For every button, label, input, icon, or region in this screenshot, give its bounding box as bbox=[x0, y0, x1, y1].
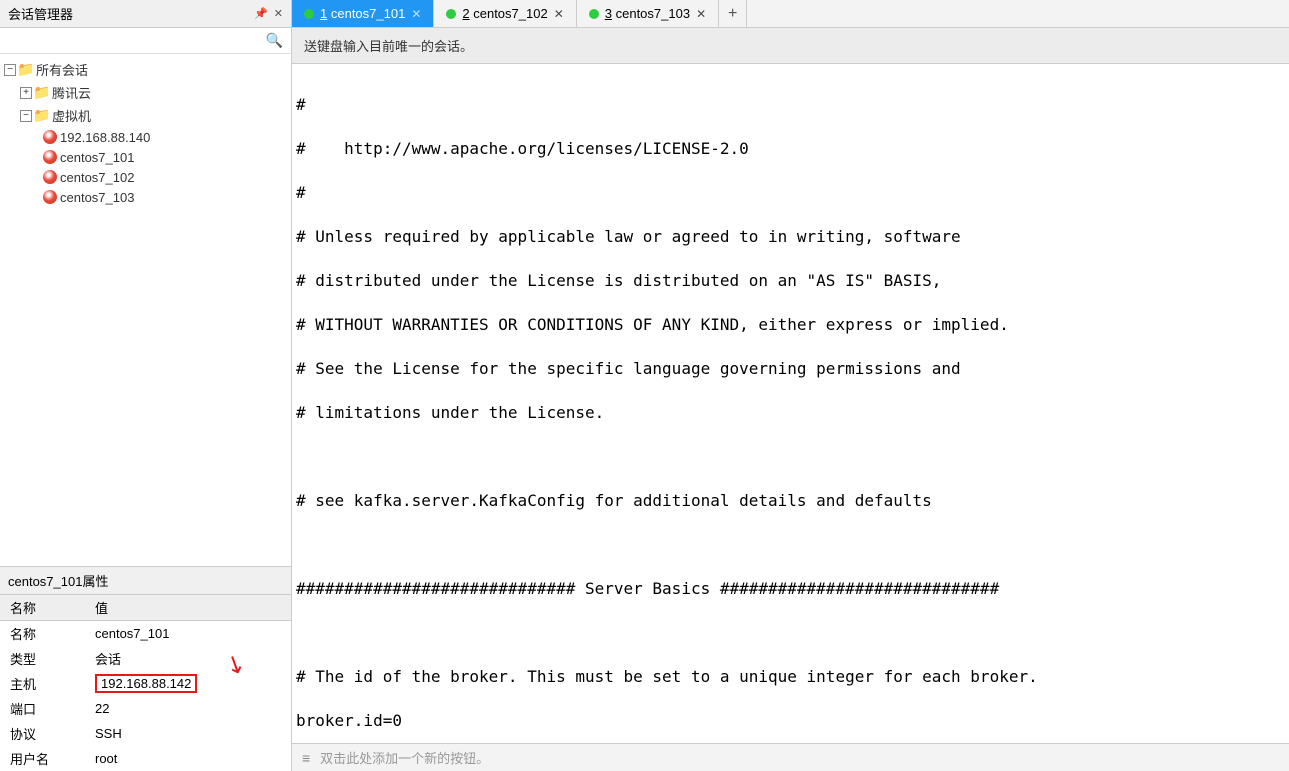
status-dot-icon bbox=[589, 9, 599, 19]
tree-host-101[interactable]: centos7_101 bbox=[0, 147, 291, 167]
prop-row-username[interactable]: 用户名root bbox=[0, 746, 291, 771]
expand-icon[interactable]: + bbox=[20, 87, 32, 99]
search-bar[interactable]: 🔍 bbox=[0, 28, 291, 54]
add-tab-button[interactable]: + bbox=[719, 0, 747, 27]
terminal-line: # see kafka.server.KafkaConfig for addit… bbox=[296, 490, 1285, 512]
terminal-line bbox=[296, 446, 1285, 468]
host-icon bbox=[42, 169, 58, 185]
host-icon bbox=[42, 129, 58, 145]
terminal-line: # See the License for the specific langu… bbox=[296, 358, 1285, 380]
folder-icon: 📁 bbox=[34, 85, 50, 101]
pin-icon[interactable]: 📌 bbox=[254, 7, 268, 20]
tree-folder-label: 虚拟机 bbox=[52, 106, 91, 125]
session-manager-header: 会话管理器 📌 ✕ bbox=[0, 0, 291, 28]
tree-folder-label: 腾讯云 bbox=[52, 83, 91, 102]
status-dot-icon bbox=[446, 9, 456, 19]
tab-centos7-102[interactable]: 2 centos7_102 ✕ bbox=[434, 0, 576, 27]
prop-row-host[interactable]: 主机192.168.88.142 bbox=[0, 671, 291, 696]
terminal-line: # Unless required by applicable law or a… bbox=[296, 226, 1285, 248]
host-icon bbox=[42, 149, 58, 165]
close-tab-icon[interactable]: ✕ bbox=[696, 7, 706, 21]
close-tab-icon[interactable]: ✕ bbox=[411, 7, 421, 21]
main-area: 1 centos7_101 ✕ 2 centos7_102 ✕ 3 centos… bbox=[292, 0, 1289, 771]
terminal-line: # bbox=[296, 94, 1285, 116]
tree-root[interactable]: − 📁 所有会话 bbox=[0, 58, 291, 81]
prop-row-name[interactable]: 名称centos7_101 bbox=[0, 621, 291, 647]
terminal-line bbox=[296, 534, 1285, 556]
col-header-value: 值 bbox=[85, 595, 291, 621]
prop-row-type[interactable]: 类型会话 bbox=[0, 646, 291, 671]
terminal-line: # The id of the broker. This must be set… bbox=[296, 666, 1285, 688]
tab-centos7-103[interactable]: 3 centos7_103 ✕ bbox=[577, 0, 719, 27]
properties-title: centos7_101属性 bbox=[0, 567, 291, 595]
info-bar: 送键盘输入目前唯一的会话。 bbox=[292, 28, 1289, 64]
host-icon bbox=[42, 189, 58, 205]
host-highlight: 192.168.88.142 bbox=[95, 674, 197, 693]
properties-table: 名称 值 名称centos7_101 类型会话 主机192.168.88.142… bbox=[0, 595, 291, 771]
bottom-bar[interactable]: ≡ 双击此处添加一个新的按钮。 bbox=[292, 743, 1289, 771]
terminal-line: # distributed under the License is distr… bbox=[296, 270, 1285, 292]
terminal-line: # http://www.apache.org/licenses/LICENSE… bbox=[296, 138, 1285, 160]
session-manager-title: 会话管理器 bbox=[8, 4, 73, 23]
terminal-line bbox=[296, 622, 1285, 644]
terminal-line: ############################# Server Bas… bbox=[296, 578, 1285, 600]
collapse-icon[interactable]: − bbox=[20, 110, 32, 122]
status-dot-icon bbox=[304, 9, 314, 19]
tree-host-label: centos7_103 bbox=[60, 190, 134, 205]
terminal-line: # WITHOUT WARRANTIES OR CONDITIONS OF AN… bbox=[296, 314, 1285, 336]
tree-host-140[interactable]: 192.168.88.140 bbox=[0, 127, 291, 147]
session-manager-sidebar: 会话管理器 📌 ✕ 🔍 − 📁 所有会话 + 📁 腾讯云 − 📁 虚拟机 192… bbox=[0, 0, 292, 771]
tree-host-label: centos7_101 bbox=[60, 150, 134, 165]
tree-host-label: 192.168.88.140 bbox=[60, 130, 150, 145]
bottom-bar-hint: 双击此处添加一个新的按钮。 bbox=[320, 748, 489, 767]
tree-folder-tencent[interactable]: + 📁 腾讯云 bbox=[0, 81, 291, 104]
terminal-line: # limitations under the License. bbox=[296, 402, 1285, 424]
collapse-icon[interactable]: − bbox=[4, 64, 16, 76]
tree-host-103[interactable]: centos7_103 bbox=[0, 187, 291, 207]
folder-icon: 📁 bbox=[34, 108, 50, 124]
terminal-line: broker.id=0 bbox=[296, 710, 1285, 732]
tree-host-102[interactable]: centos7_102 bbox=[0, 167, 291, 187]
tree-folder-vm[interactable]: − 📁 虚拟机 bbox=[0, 104, 291, 127]
search-icon: 🔍 bbox=[266, 32, 283, 49]
terminal-line: # bbox=[296, 182, 1285, 204]
close-panel-icon[interactable]: ✕ bbox=[274, 7, 283, 20]
folder-icon: 📁 bbox=[18, 62, 34, 78]
terminal[interactable]: # # http://www.apache.org/licenses/LICEN… bbox=[292, 64, 1289, 743]
menu-icon[interactable]: ≡ bbox=[302, 750, 310, 766]
tree-host-label: centos7_102 bbox=[60, 170, 134, 185]
prop-row-port[interactable]: 端口22 bbox=[0, 696, 291, 721]
properties-panel: centos7_101属性 名称 值 名称centos7_101 类型会话 主机… bbox=[0, 566, 291, 771]
col-header-name: 名称 bbox=[0, 595, 85, 621]
close-tab-icon[interactable]: ✕ bbox=[554, 7, 564, 21]
tree-root-label: 所有会话 bbox=[36, 60, 88, 79]
prop-row-protocol[interactable]: 协议SSH bbox=[0, 721, 291, 746]
tab-centos7-101[interactable]: 1 centos7_101 ✕ bbox=[292, 0, 434, 27]
session-tree: − 📁 所有会话 + 📁 腾讯云 − 📁 虚拟机 192.168.88.140 … bbox=[0, 54, 291, 566]
tab-bar: 1 centos7_101 ✕ 2 centos7_102 ✕ 3 centos… bbox=[292, 0, 1289, 28]
